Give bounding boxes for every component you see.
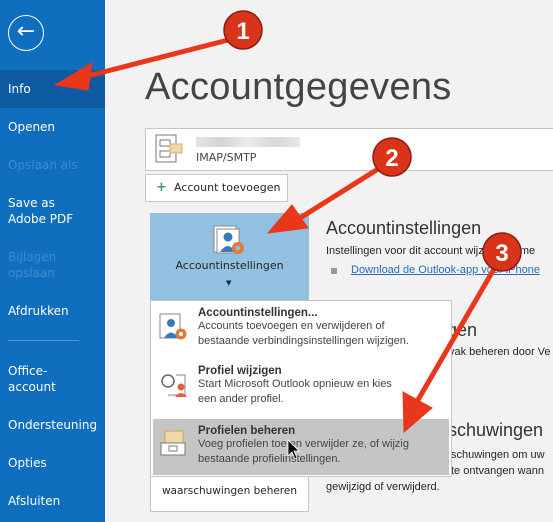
nav-opslaan-als: Opslaan als (8, 158, 78, 172)
account-name-blurred (196, 137, 300, 147)
menu-item-account-settings[interactable]: Accountinstellingen... Accounts toevoege… (153, 307, 449, 361)
page-title: Accountgegevens (145, 66, 452, 108)
section3-line: te ontvangen wann (451, 465, 544, 477)
menu-item-title: Profielen beheren (198, 425, 296, 437)
account-settings-icon (213, 225, 244, 254)
menu-item-change-profile[interactable]: Profiel wijzigen Start Microsoft Outlook… (153, 365, 449, 419)
back-button[interactable]: ← (8, 15, 44, 51)
menu-item-desc: Start Microsoft Outlook opnieuw en kies (198, 378, 392, 390)
manage-alerts-label: waarschuwingen beheren (161, 485, 298, 497)
nav-afdrukken[interactable]: Afdrukken (0, 303, 105, 319)
section3-heading: schuwingen (448, 420, 544, 440)
plus-icon: + (156, 180, 167, 195)
account-settings-icon (159, 313, 187, 340)
menu-item-desc: Accounts toevoegen en verwijderen of (198, 320, 385, 332)
chevron-down-icon: ▼ (226, 279, 232, 287)
account-type: IMAP/SMTP (196, 151, 257, 164)
divider (8, 340, 79, 341)
backstage-sidebar: ← Info Openen Opslaan als Save as Adobe … (0, 0, 105, 522)
account-file-icon (155, 134, 183, 163)
account-selector[interactable]: IMAP/SMTP (145, 128, 553, 171)
menu-item-desc: een ander profiel. (198, 393, 284, 405)
manage-profiles-icon (160, 430, 186, 456)
section3-line: gewijzigd of verwijderd. (326, 481, 440, 493)
account-settings-dropdown: Accountinstellingen... Accounts toevoege… (150, 300, 452, 477)
nav-save-as-pdf[interactable]: Save as Adobe PDF (0, 195, 95, 227)
section3-line: schuwingen om uw (451, 449, 545, 461)
menu-item-desc: bestaande profielinstellingen. (198, 453, 341, 465)
change-profile-icon (161, 374, 187, 397)
menu-item-title: Accountinstellingen... (198, 307, 318, 319)
annotation-badge-1: 1 (223, 10, 263, 50)
bullet (331, 268, 337, 274)
nav-opties[interactable]: Opties (0, 455, 105, 471)
settings-heading: Accountinstellingen (326, 218, 482, 238)
account-settings-button[interactable]: Accountinstellingen ▼ (150, 213, 309, 300)
menu-item-desc: bestaande verbindingsinstellingen wijzig… (198, 335, 409, 347)
nav-info[interactable]: Info (0, 70, 105, 108)
menu-item-manage-profiles[interactable]: Profielen beheren Voeg profielen toe en … (153, 419, 449, 475)
badge-number: 1 (236, 18, 249, 45)
menu-item-desc: Voeg profielen toe en verwijder ze, of w… (198, 438, 409, 450)
account-settings-label: Accountinstellingen (175, 259, 284, 272)
settings-desc: Instellingen voor dit account wijzigen o… (326, 245, 536, 257)
download-app-link[interactable]: Download de Outlook-app voor iPhone (351, 264, 540, 276)
add-account-label: Account toevoegen (174, 181, 281, 194)
add-account-button[interactable]: + Account toevoegen (145, 174, 288, 202)
nav-afsluiten[interactable]: Afsluiten (0, 493, 105, 509)
menu-item-title: Profiel wijzigen (198, 365, 282, 377)
nav-ondersteuning[interactable]: Ondersteuning (0, 417, 105, 433)
arrow-left-icon: ← (16, 19, 36, 44)
section2-desc: vak beheren door Ve (449, 346, 551, 358)
nav-openen[interactable]: Openen (0, 119, 105, 135)
nav-office-account[interactable]: Office-account (0, 363, 65, 395)
nav-bijlagen-opslaan: Bijlagen opslaan (8, 250, 57, 280)
annotation-arrow-2 (298, 161, 388, 221)
